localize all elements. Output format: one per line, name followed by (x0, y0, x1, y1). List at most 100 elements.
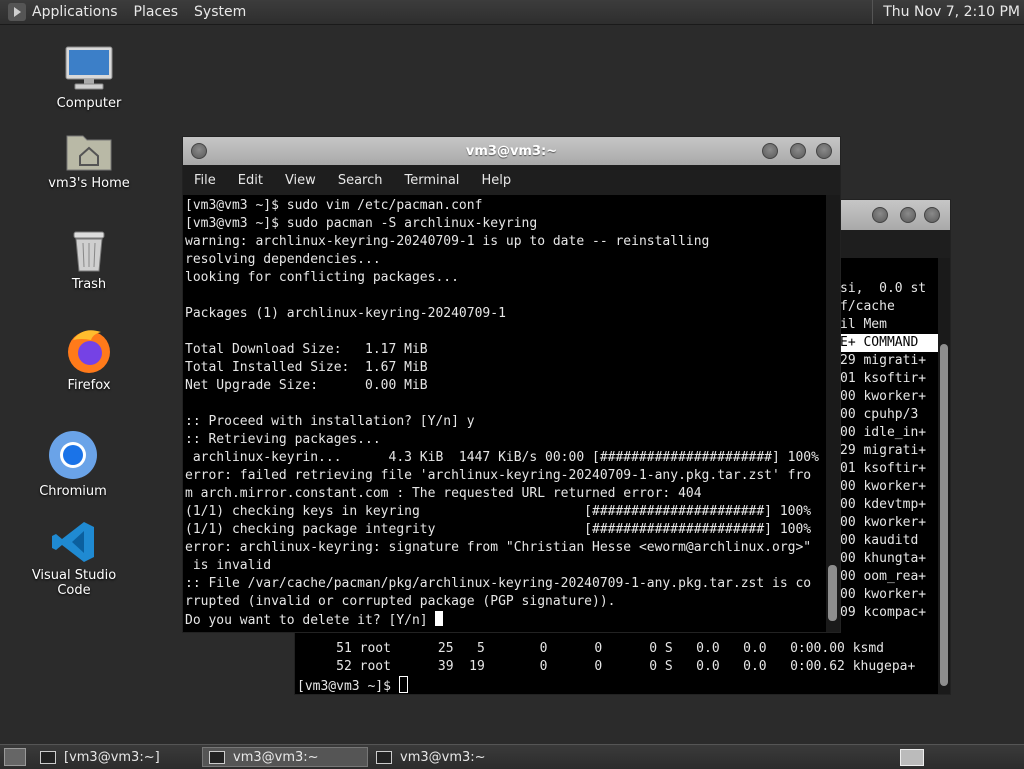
top-line: 00 cpuhp/3 (840, 407, 919, 422)
menu-applications[interactable]: Applications (32, 4, 118, 20)
trash-icon (69, 229, 109, 273)
top-line: 01 ksoftir+ (840, 461, 927, 476)
chromium-icon (48, 430, 98, 480)
shell-prompt-line: [vm3@vm3 ~]$ (297, 676, 915, 694)
distro-logo-icon[interactable] (8, 3, 26, 21)
terminal-icon (209, 750, 225, 764)
desktop-icon-firefox[interactable]: Firefox (29, 326, 149, 393)
task-label: vm3@vm3:~ (233, 749, 319, 765)
delete-prompt: Do you want to delete it? [Y/n] (185, 613, 436, 628)
maximize-icon[interactable] (900, 207, 916, 223)
desktop-icon-vscode[interactable]: Visual Studio Code (14, 520, 134, 598)
minimize-icon[interactable] (872, 207, 888, 223)
terminal-prompt-line: Do you want to delete it? [Y/n] (185, 611, 825, 630)
terminal-line: Total Installed Size: 1.67 MiB (185, 360, 428, 375)
terminal-line: warning: archlinux-keyring-20240709-1 is… (185, 234, 710, 249)
clock[interactable]: Thu Nov 7, 2:10 PM (872, 0, 1024, 24)
menu-view[interactable]: View (274, 173, 327, 188)
home-folder-icon (65, 128, 113, 172)
show-desktop-icon[interactable] (4, 748, 26, 766)
taskbar-task-1[interactable]: [vm3@vm3:~] (34, 747, 200, 767)
desktop-icon-label: vm3's Home (48, 176, 130, 191)
firefox-icon (65, 326, 113, 374)
desktop-icon-label: Visual Studio Code (31, 568, 117, 598)
front-terminal-scrollbar[interactable] (826, 195, 840, 632)
terminal-line: (1/1) checking package integrity [######… (185, 522, 812, 537)
desktop-icon-label: Computer (56, 96, 122, 111)
menu-help[interactable]: Help (470, 173, 522, 188)
top-line: si, 0.0 st (840, 281, 927, 296)
terminal-line: resolving dependencies... (185, 252, 381, 267)
top-line: 00 khungta+ (840, 551, 927, 566)
desktop-icon-trash[interactable]: Trash (29, 229, 149, 292)
terminal-line: :: File /var/cache/pacman/pkg/archlinux-… (185, 576, 812, 591)
terminal-line: (1/1) checking keys in keyring [########… (185, 504, 812, 519)
close-icon[interactable] (816, 143, 832, 159)
menu-places[interactable]: Places (134, 4, 179, 20)
workspace-switcher-icon[interactable] (900, 749, 924, 766)
top-panel: Applications Places System Thu Nov 7, 2:… (0, 0, 1024, 25)
top-output-right-column: si, 0.0 st f/cache il Mem E+ COMMAND 29 migr… (840, 280, 938, 622)
menu-terminal[interactable]: Terminal (393, 173, 470, 188)
minimize-icon[interactable] (762, 143, 778, 159)
vscode-icon (51, 520, 97, 564)
terminal-line: [vm3@vm3 ~]$ sudo pacman -S archlinux-ke… (185, 216, 538, 231)
top-line: 00 kworker+ (840, 515, 927, 530)
window-menu-icon[interactable] (191, 143, 207, 159)
text-cursor (435, 611, 444, 626)
shell-prompt: [vm3@vm3 ~]$ (297, 679, 399, 694)
terminal-line: Net Upgrade Size: 0.00 MiB (185, 378, 428, 393)
terminal-line: m arch.mirror.constant.com : The request… (185, 486, 702, 501)
top-line: 00 kdevtmp+ (840, 497, 927, 512)
desktop-icon-label: Firefox (67, 378, 111, 393)
menu-search[interactable]: Search (327, 173, 394, 188)
scrollbar-thumb[interactable] (828, 565, 837, 621)
maximize-icon[interactable] (790, 143, 806, 159)
process-row: 51 root 25 5 0 0 0 S 0.0 0.0 0:00.00 ksm… (297, 641, 884, 656)
text-cursor (398, 676, 408, 693)
terminal-line: Total Download Size: 1.17 MiB (185, 342, 428, 357)
terminal-line: error: failed retrieving file 'archlinux… (185, 468, 812, 483)
terminal-line: [vm3@vm3 ~]$ sudo vim /etc/pacman.conf (185, 198, 483, 213)
top-line: 29 migrati+ (840, 353, 927, 368)
top-line: 00 kworker+ (840, 479, 927, 494)
menu-edit[interactable]: Edit (227, 173, 274, 188)
front-terminal-output[interactable]: [vm3@vm3 ~]$ sudo vim /etc/pacman.conf [v… (183, 195, 840, 632)
top-line: 00 kworker+ (840, 389, 927, 404)
taskbar: [vm3@vm3:~] vm3@vm3:~ vm3@vm3:~ (0, 744, 1024, 769)
taskbar-task-2[interactable]: vm3@vm3:~ (202, 747, 368, 767)
terminal-line: :: Retrieving packages... (185, 432, 381, 447)
terminal-line: is invalid (185, 558, 272, 573)
task-label: vm3@vm3:~ (400, 749, 486, 765)
menu-file[interactable]: File (183, 173, 227, 188)
top-line: 01 ksoftir+ (840, 371, 927, 386)
top-line: f/cache (840, 299, 895, 314)
process-row: 52 root 39 19 0 0 0 S 0.0 0.0 0:00.62 kh… (297, 659, 916, 674)
top-line: 00 oom_rea+ (840, 569, 927, 584)
top-line: 00 idle_in+ (840, 425, 927, 440)
desktop-icon-chromium[interactable]: Chromium (13, 430, 133, 499)
terminal-line: Packages (1) archlinux-keyring-20240709-… (185, 306, 506, 321)
taskbar-task-3[interactable]: vm3@vm3:~ (370, 747, 536, 767)
scrollbar-thumb[interactable] (940, 344, 948, 686)
front-terminal-window[interactable]: vm3@vm3:~ File Edit View Search Terminal… (182, 136, 841, 633)
top-line: 00 kauditd (840, 533, 919, 548)
top-line: il Mem (840, 317, 887, 332)
close-icon[interactable] (924, 207, 940, 223)
desktop-icon-computer[interactable]: Computer (29, 46, 149, 111)
back-terminal-scrollbar[interactable] (938, 258, 950, 694)
terminal-line: looking for conflicting packages... (185, 270, 459, 285)
computer-icon (64, 46, 114, 92)
terminal-line: rrupted (invalid or corrupted package (P… (185, 594, 616, 609)
task-label: [vm3@vm3:~] (64, 749, 160, 765)
front-terminal-titlebar[interactable]: vm3@vm3:~ (183, 137, 840, 165)
terminal-icon (376, 750, 392, 764)
terminal-lines: [vm3@vm3 ~]$ sudo vim /etc/pacman.conf [v… (185, 197, 825, 630)
top-line: 09 kcompac+ (840, 605, 927, 620)
top-header-line: E+ COMMAND (840, 334, 938, 352)
menu-system[interactable]: System (194, 4, 246, 20)
desktop-icon-home[interactable]: vm3's Home (29, 128, 149, 191)
